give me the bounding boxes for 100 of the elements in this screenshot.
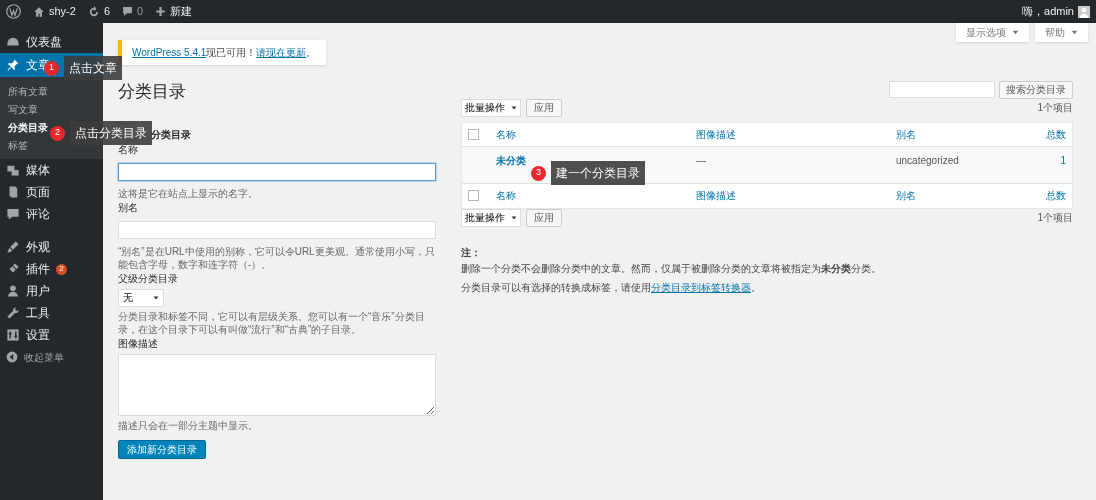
- plus-icon: [155, 6, 167, 17]
- avatar-icon: [1078, 5, 1090, 18]
- parent-dropdown[interactable]: 无: [118, 288, 164, 307]
- submenu-item[interactable]: 所有文章: [0, 82, 48, 100]
- input-field[interactable]: [118, 162, 436, 181]
- speech-bubble-icon: [122, 6, 134, 17]
- comments-link[interactable]: 0: [122, 3, 144, 20]
- count-badge: 2: [56, 263, 67, 275]
- search-field[interactable]: [889, 80, 995, 98]
- description-field[interactable]: [118, 353, 436, 416]
- update-link[interactable]: 请现在更新: [256, 47, 307, 58]
- sidebar-item[interactable]: 媒体: [0, 159, 103, 181]
- field-label: 名称: [118, 142, 138, 157]
- updates-count: 6: [103, 4, 111, 20]
- collapse-label: 收起菜单: [24, 350, 64, 365]
- table-cell-text: uncategorized: [896, 153, 959, 168]
- new-link[interactable]: 新建: [155, 3, 193, 20]
- greeting: 嗨，admin: [1022, 4, 1074, 20]
- column-header[interactable]: 图像描述: [696, 188, 736, 203]
- submenu-item[interactable]: 标签: [0, 136, 28, 154]
- column-header[interactable]: 总数: [1046, 188, 1066, 203]
- collapse-menu-button[interactable]: 收起菜单: [0, 346, 103, 368]
- field-label: 别名: [118, 200, 138, 215]
- sidebar-item[interactable]: 外观: [0, 236, 103, 258]
- apply-button[interactable]: 应用: [526, 98, 562, 117]
- column-header[interactable]: 总数: [1046, 126, 1066, 142]
- field-hint: 这将是它在站点上显示的名字。: [118, 186, 259, 200]
- field-label: 图像描述: [118, 336, 158, 351]
- submenu-item[interactable]: 分类目录: [0, 118, 48, 136]
- sidebar-item[interactable]: 仪表盘: [0, 31, 103, 53]
- post-count-link[interactable]: 1: [1060, 152, 1066, 168]
- page-title: 分类目录: [118, 81, 186, 103]
- table-cell-text: —: [696, 153, 706, 168]
- item-count: 1个项目: [1037, 211, 1073, 225]
- updates-link[interactable]: 6: [87, 3, 111, 20]
- field-hint: “别名”是在URL中使用的别称，它可以令URL更美观。通常使用小写，只能包含字母，数字和连字符（-）。: [118, 244, 436, 271]
- menu-icon: [6, 163, 20, 177]
- caret-down-icon: [153, 294, 159, 301]
- sidebar-item[interactable]: 用户: [0, 280, 103, 302]
- version-link[interactable]: WordPress 5.4.1: [132, 47, 207, 58]
- step-tooltip: 点击文章: [64, 56, 122, 80]
- field-hint: 描述只会在一部分主题中显示。: [118, 418, 259, 432]
- field-hint: 分类目录和标签不同，它可以有层级关系。您可以有一个“音乐”分类目录，在这个目录下可以有叫做“流行”和“古典”的子目录。: [118, 309, 426, 336]
- column-header[interactable]: 别名: [896, 188, 916, 203]
- tab-button[interactable]: 帮助: [1035, 23, 1088, 42]
- caret-down-icon: [511, 104, 517, 111]
- converter-link[interactable]: 分类目录到标签转换器: [651, 281, 751, 293]
- menu-icon: [6, 58, 20, 72]
- item-count: 1个项目: [1037, 101, 1073, 115]
- caret-down-icon: [511, 214, 517, 221]
- checkbox[interactable]: [468, 128, 479, 140]
- submenu-item[interactable]: 写文章: [0, 100, 38, 118]
- sidebar-label: 页面: [26, 184, 50, 201]
- checkbox[interactable]: [468, 190, 479, 201]
- column-header[interactable]: 名称: [496, 126, 516, 142]
- sidebar-item[interactable]: 评论: [0, 203, 103, 225]
- sidebar-label: 工具: [26, 305, 50, 322]
- column-header[interactable]: 名称: [496, 188, 516, 203]
- refresh-icon: [87, 5, 100, 18]
- step-tooltip: 点击分类目录: [70, 121, 152, 145]
- menu-icon: [6, 306, 20, 320]
- new-label: 新建: [170, 4, 193, 20]
- caret-down-icon: [1012, 29, 1019, 36]
- collapse-icon: [6, 351, 18, 363]
- home-icon: [33, 5, 45, 18]
- bulk-actions-dropdown[interactable]: 批量操作: [461, 98, 521, 117]
- tab-button[interactable]: 显示选项: [956, 23, 1029, 42]
- sidebar-label: 设置: [26, 327, 50, 344]
- search-button[interactable]: 搜索分类目录: [999, 80, 1073, 99]
- notes-title: 注：: [461, 245, 481, 260]
- sidebar-item[interactable]: 插件 2: [0, 258, 103, 280]
- category-name-link[interactable]: 未分类: [496, 152, 526, 168]
- site-link[interactable]: shy-2: [33, 3, 76, 20]
- column-header[interactable]: 图像描述: [696, 126, 736, 142]
- menu-icon: [6, 35, 20, 49]
- sidebar-label: 外观: [26, 239, 50, 256]
- sidebar-label: 用户: [26, 283, 50, 300]
- sidebar-item[interactable]: 页面: [0, 181, 103, 203]
- note-text: 删除一个分类不会删除分类中的文章。然而，仅属于被删除分类的文章将被指定为未分类分类。: [461, 261, 882, 276]
- caret-down-icon: [1071, 29, 1078, 36]
- note-text: 分类目录可以有选择的转换成标签，请使用分类目录到标签转换器。: [461, 280, 762, 295]
- step-tooltip: 建一个分类目录: [551, 161, 645, 185]
- column-header[interactable]: 别名: [896, 126, 916, 142]
- sidebar-label: 评论: [26, 206, 50, 223]
- menu-icon: [6, 284, 20, 298]
- add-category-button[interactable]: 添加新分类目录: [118, 439, 206, 459]
- menu-icon: [6, 328, 20, 342]
- comments-count: 0: [137, 4, 144, 20]
- account-link[interactable]: 嗨，admin: [1022, 3, 1090, 20]
- sidebar-label: 插件: [26, 261, 50, 278]
- site-name: shy-2: [49, 4, 76, 20]
- menu-icon: [6, 240, 20, 254]
- menu-icon: [6, 207, 20, 221]
- update-notice: WordPress 5.4.1现已可用！请现在更新。: [118, 40, 327, 65]
- sidebar-item[interactable]: 工具: [0, 302, 103, 324]
- sidebar-item[interactable]: 设置: [0, 324, 103, 346]
- sidebar-label: 仪表盘: [26, 34, 62, 51]
- sidebar-label: 媒体: [26, 162, 50, 179]
- field-label: 父级分类目录: [118, 271, 178, 286]
- wordpress-logo-icon: [6, 4, 21, 19]
